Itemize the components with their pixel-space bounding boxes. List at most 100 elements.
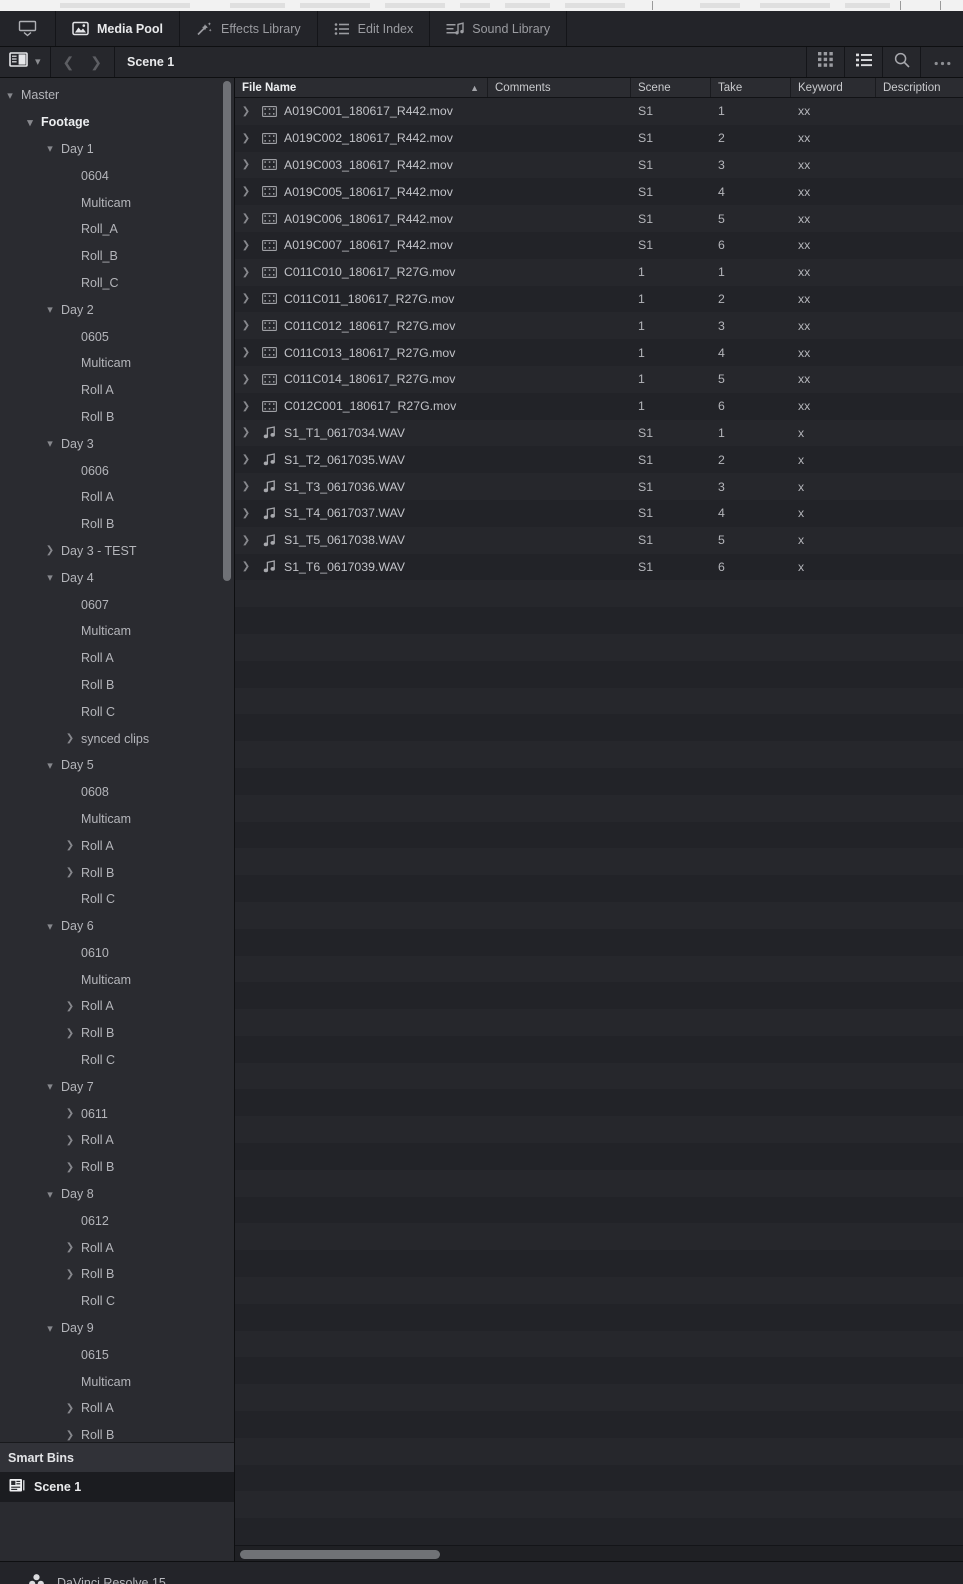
- clip-list-row[interactable]: ❯ A019C001_180617_R442.mov S1 1 xx: [235, 98, 963, 125]
- grid-view-button[interactable]: [807, 47, 845, 77]
- smart-bin-item-scene-1[interactable]: Scene 1: [0, 1472, 234, 1502]
- chevron-right-icon[interactable]: ❯: [60, 1269, 80, 1280]
- bin-tree-item[interactable]: ▾ Day 5: [0, 752, 234, 779]
- clip-list-row[interactable]: ❯ C011C012_180617_R27G.mov 1 3 xx: [235, 312, 963, 340]
- chevron-right-icon[interactable]: ❯: [60, 1135, 80, 1146]
- chevron-right-icon[interactable]: ❯: [60, 1028, 80, 1039]
- chevron-right-icon[interactable]: ❯: [235, 347, 257, 358]
- bin-tree-item[interactable]: ❯ Roll B: [0, 859, 234, 886]
- bin-tree-item[interactable]: 0610: [0, 940, 234, 967]
- chevron-down-icon[interactable]: ▾: [40, 142, 60, 155]
- more-options-button[interactable]: [921, 47, 963, 77]
- chevron-down-icon[interactable]: ▾: [20, 116, 40, 129]
- list-view-button[interactable]: [845, 47, 883, 77]
- bin-tree-item[interactable]: Roll A: [0, 484, 234, 511]
- tab-media-pool[interactable]: Media Pool: [56, 11, 180, 46]
- chevron-down-icon[interactable]: ▾: [40, 303, 60, 316]
- clip-list[interactable]: ❯ A019C001_180617_R442.mov S1 1 xx ❯ A019C002_…: [235, 98, 963, 1561]
- chevron-right-icon[interactable]: ❯: [60, 1242, 80, 1253]
- sidebar-toggle-icon[interactable]: [9, 52, 28, 72]
- chevron-down-icon[interactable]: ▾: [40, 1188, 60, 1201]
- column-header-comments[interactable]: Comments: [488, 78, 631, 97]
- bin-tree-item[interactable]: Roll B: [0, 511, 234, 538]
- clip-list-row[interactable]: ❯ S1_T5_0617038.WAV S1 5 x: [235, 526, 963, 554]
- clip-list-row[interactable]: ❯ C011C011_180617_R27G.mov 1 2 xx: [235, 285, 963, 313]
- column-header-description[interactable]: Description: [876, 78, 963, 97]
- bin-tree-item[interactable]: 0607: [0, 591, 234, 618]
- bin-tree-item[interactable]: ▾ Day 6: [0, 913, 234, 940]
- bin-tree-item[interactable]: ❯ Roll B: [0, 1261, 234, 1288]
- chevron-right-icon[interactable]: ❯: [60, 1108, 80, 1119]
- sidebar-toggle-group[interactable]: ▾: [0, 47, 51, 77]
- clip-list-row[interactable]: ❯ A019C002_180617_R442.mov S1 2 xx: [235, 124, 963, 152]
- chevron-down-icon[interactable]: ▾: [40, 759, 60, 772]
- chevron-right-icon[interactable]: ❯: [235, 106, 257, 117]
- bin-tree-item[interactable]: Multicam: [0, 618, 234, 645]
- bin-tree-item[interactable]: ❯ 0611: [0, 1100, 234, 1127]
- clip-list-row[interactable]: ❯ C011C014_180617_R27G.mov 1 5 xx: [235, 365, 963, 393]
- chevron-right-icon[interactable]: ❯: [90, 55, 102, 69]
- bin-tree-item[interactable]: ▾ Day 3: [0, 430, 234, 457]
- clip-list-row[interactable]: ❯ C011C013_180617_R27G.mov 1 4 xx: [235, 339, 963, 366]
- bin-tree-item[interactable]: ❯ Roll A: [0, 832, 234, 859]
- chevron-right-icon[interactable]: ❯: [235, 508, 257, 519]
- bin-tree-item[interactable]: 0606: [0, 457, 234, 484]
- bin-tree-item[interactable]: ▾ Day 9: [0, 1315, 234, 1342]
- list-horizontal-scrollbar-thumb[interactable]: [240, 1550, 440, 1559]
- bin-tree-item[interactable]: 0608: [0, 779, 234, 806]
- bin-tree-item[interactable]: ❯ Roll B: [0, 1422, 234, 1442]
- tab-effects-library[interactable]: Effects Library: [180, 11, 318, 46]
- bin-tree-item[interactable]: Multicam: [0, 1368, 234, 1395]
- chevron-right-icon[interactable]: ❯: [235, 267, 257, 278]
- clip-list-row[interactable]: ❯ S1_T1_0617034.WAV S1 1 x: [235, 419, 963, 447]
- chevron-down-icon[interactable]: ▾: [35, 56, 41, 68]
- column-header-scene[interactable]: Scene: [631, 78, 711, 97]
- clip-list-row[interactable]: ❯ A019C007_180617_R442.mov S1 6 xx: [235, 231, 963, 259]
- bin-tree-item[interactable]: ❯ Roll B: [0, 1020, 234, 1047]
- chevron-right-icon[interactable]: ❯: [235, 374, 257, 385]
- bin-tree-item[interactable]: Roll C: [0, 1288, 234, 1315]
- clip-list-row[interactable]: ❯ A019C006_180617_R442.mov S1 5 xx: [235, 205, 963, 232]
- column-header-take[interactable]: Take: [711, 78, 791, 97]
- bin-tree-item[interactable]: ❯ synced clips: [0, 725, 234, 752]
- chevron-right-icon[interactable]: ❯: [235, 561, 257, 572]
- bin-tree-item[interactable]: ▾ Day 7: [0, 1073, 234, 1100]
- tab-sound-library[interactable]: Sound Library: [430, 11, 568, 46]
- bin-tree-item[interactable]: ❯ Roll A: [0, 1127, 234, 1154]
- bin-tree-item[interactable]: 0604: [0, 162, 234, 189]
- chevron-down-icon[interactable]: ▾: [40, 437, 60, 450]
- bin-tree-item[interactable]: Multicam: [0, 189, 234, 216]
- clip-list-row[interactable]: ❯ A019C003_180617_R442.mov S1 3 xx: [235, 151, 963, 179]
- clip-list-row[interactable]: ❯ C011C010_180617_R27G.mov 1 1 xx: [235, 258, 963, 286]
- chevron-right-icon[interactable]: ❯: [235, 186, 257, 197]
- chevron-right-icon[interactable]: ❯: [60, 867, 80, 878]
- bin-tree-item[interactable]: ❯ Roll A: [0, 993, 234, 1020]
- bin-tree-item[interactable]: Roll B: [0, 672, 234, 699]
- viewer-toggle-button[interactable]: [0, 11, 56, 46]
- bin-tree-item[interactable]: ❯ Roll A: [0, 1234, 234, 1261]
- chevron-right-icon[interactable]: ❯: [60, 840, 80, 851]
- bin-tree-scrollbar[interactable]: [223, 81, 231, 1438]
- chevron-down-icon[interactable]: ▾: [0, 89, 20, 102]
- bin-tree-item[interactable]: ▾ Day 8: [0, 1181, 234, 1208]
- chevron-left-icon[interactable]: ❮: [63, 55, 75, 69]
- list-horizontal-scrollbar[interactable]: [235, 1545, 963, 1561]
- column-header-file-name[interactable]: File Name ▲: [235, 78, 488, 97]
- chevron-right-icon[interactable]: ❯: [60, 1162, 80, 1173]
- chevron-right-icon[interactable]: ❯: [235, 293, 257, 304]
- clip-list-row[interactable]: ❯ C012C001_180617_R27G.mov 1 6 xx: [235, 392, 963, 420]
- clip-list-row[interactable]: ❯ S1_T6_0617039.WAV S1 6 x: [235, 553, 963, 581]
- bin-tree-item[interactable]: ▾ Master: [0, 82, 234, 109]
- bin-tree-item[interactable]: Roll C: [0, 698, 234, 725]
- bin-tree-item[interactable]: ❯ Roll A: [0, 1395, 234, 1422]
- chevron-right-icon[interactable]: ❯: [60, 1430, 80, 1441]
- chevron-right-icon[interactable]: ❯: [235, 213, 257, 224]
- clip-list-row[interactable]: ❯ S1_T3_0617036.WAV S1 3 x: [235, 473, 963, 500]
- bin-tree-item[interactable]: ▾ Footage: [0, 109, 234, 136]
- clip-list-row[interactable]: ❯ S1_T2_0617035.WAV S1 2 x: [235, 446, 963, 474]
- bin-tree-item[interactable]: 0615: [0, 1341, 234, 1368]
- bin-tree-item[interactable]: Roll C: [0, 886, 234, 913]
- bin-tree-item[interactable]: Roll A: [0, 377, 234, 404]
- chevron-down-icon[interactable]: ▾: [40, 1080, 60, 1093]
- chevron-right-icon[interactable]: ❯: [235, 481, 257, 492]
